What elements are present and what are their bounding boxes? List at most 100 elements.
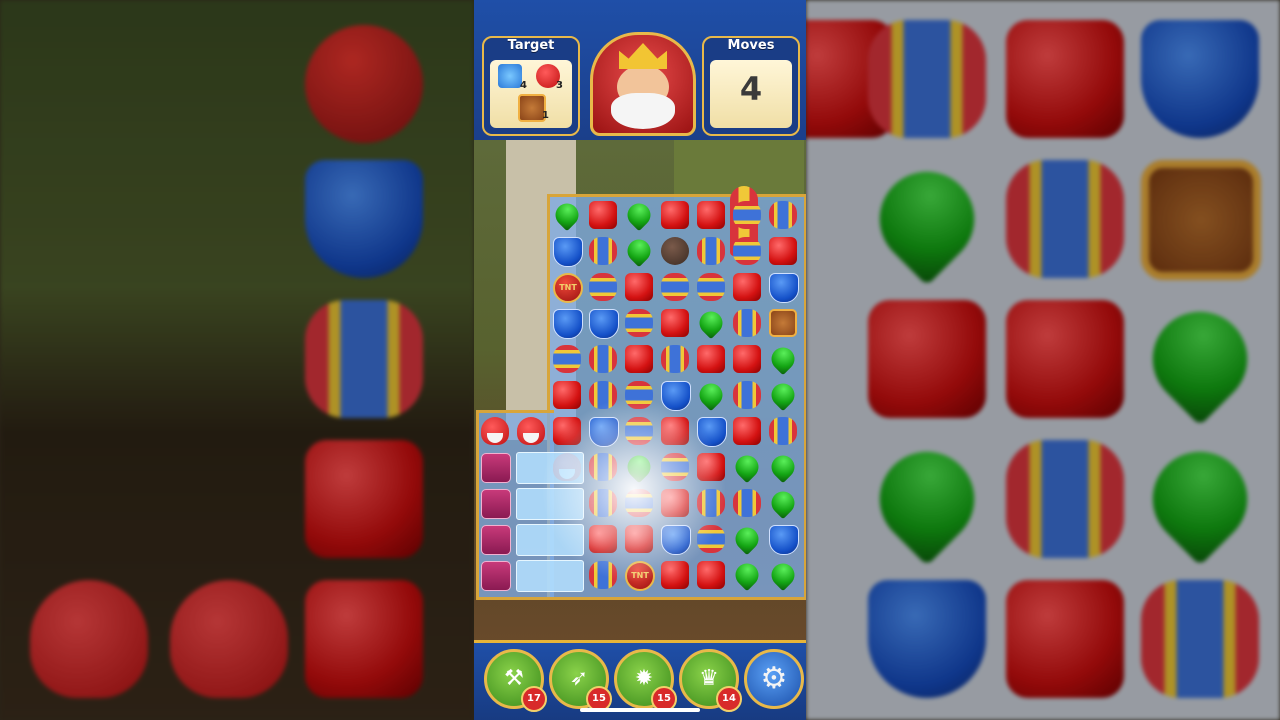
board-cell[interactable]: [766, 342, 800, 376]
board-cell[interactable]: [658, 522, 692, 556]
board-cell[interactable]: [730, 486, 764, 520]
board-cell[interactable]: [658, 234, 692, 268]
board-cell[interactable]: [730, 306, 764, 340]
spool-tile[interactable]: [697, 489, 725, 517]
board-cell[interactable]: [586, 414, 620, 448]
red-block-tile[interactable]: [733, 345, 761, 373]
ice-block[interactable]: [516, 560, 584, 592]
board-cell[interactable]: [622, 378, 656, 412]
red-block-tile[interactable]: [661, 489, 689, 517]
board-cell[interactable]: [478, 558, 512, 592]
board-cell[interactable]: [766, 198, 800, 232]
red-block-tile[interactable]: [661, 417, 689, 445]
candy-ball-tile[interactable]: [661, 237, 689, 265]
board-cell[interactable]: [766, 486, 800, 520]
spool-tile[interactable]: [697, 273, 725, 301]
board-cell[interactable]: [658, 378, 692, 412]
leaf-tile[interactable]: [766, 558, 800, 592]
spool-tile[interactable]: [697, 237, 725, 265]
leaf-tile[interactable]: [766, 486, 800, 520]
board-cell[interactable]: [658, 306, 692, 340]
cannon-booster-button[interactable]: ✹ 15: [614, 649, 677, 712]
board-cell[interactable]: [658, 270, 692, 304]
spool-tile[interactable]: [553, 345, 581, 373]
leaf-tile[interactable]: [766, 378, 800, 412]
spool-tile[interactable]: [769, 417, 797, 445]
board-cell[interactable]: [694, 342, 728, 376]
leaf-tile[interactable]: [730, 522, 764, 556]
red-block-tile[interactable]: [661, 309, 689, 337]
leaf-tile[interactable]: [694, 378, 728, 412]
home-indicator[interactable]: [580, 708, 700, 712]
spool-tile[interactable]: [733, 201, 761, 229]
board-cell[interactable]: [694, 522, 728, 556]
spool-tile[interactable]: [661, 453, 689, 481]
ice-block[interactable]: [516, 524, 584, 556]
board-cell[interactable]: [586, 450, 620, 484]
board-cell[interactable]: [586, 198, 620, 232]
leaf-tile[interactable]: [730, 558, 764, 592]
board-cell[interactable]: [586, 342, 620, 376]
board-cell[interactable]: [550, 234, 584, 268]
red-block-tile[interactable]: [769, 237, 797, 265]
board-cell[interactable]: [586, 306, 620, 340]
board-cell[interactable]: [478, 450, 512, 484]
board-cell[interactable]: [694, 414, 728, 448]
spool-tile[interactable]: [625, 489, 653, 517]
board-cell[interactable]: [586, 558, 620, 592]
leaf-tile[interactable]: [622, 198, 656, 232]
shield-tile[interactable]: [697, 417, 727, 447]
board-cell[interactable]: [658, 198, 692, 232]
red-block-tile[interactable]: [553, 417, 581, 445]
board-cell[interactable]: [658, 450, 692, 484]
leaf-tile[interactable]: [622, 234, 656, 268]
red-block-tile[interactable]: [589, 525, 617, 553]
board-cell[interactable]: [766, 522, 800, 556]
drawer-tile[interactable]: [481, 489, 511, 519]
board-cell[interactable]: [658, 342, 692, 376]
spool-tile[interactable]: [625, 309, 653, 337]
board-cell[interactable]: [766, 414, 800, 448]
leaf-tile[interactable]: [766, 450, 800, 484]
board-cell[interactable]: [694, 234, 728, 268]
board-cell[interactable]: [766, 234, 800, 268]
board-cell[interactable]: [694, 558, 728, 592]
board-cell[interactable]: [730, 378, 764, 412]
board-cell[interactable]: [550, 414, 584, 448]
red-block-tile[interactable]: [625, 273, 653, 301]
board-cell[interactable]: [550, 198, 584, 232]
spool-tile[interactable]: [589, 237, 617, 265]
hammer-booster-button[interactable]: ⚒ 17: [484, 649, 547, 712]
spool-tile[interactable]: [625, 381, 653, 409]
board-cell[interactable]: [730, 234, 764, 268]
shield-tile[interactable]: [553, 309, 583, 339]
spool-tile[interactable]: [697, 525, 725, 553]
board-cell[interactable]: [478, 522, 512, 556]
board-cell[interactable]: [478, 486, 512, 520]
drawer-tile[interactable]: [481, 561, 511, 591]
drawer-tile[interactable]: [481, 525, 511, 555]
board-cell[interactable]: [622, 486, 656, 520]
spool-tile[interactable]: [733, 309, 761, 337]
settings-button[interactable]: ⚙: [744, 649, 804, 709]
red-block-tile[interactable]: [697, 345, 725, 373]
red-block-tile[interactable]: [625, 525, 653, 553]
board-cell[interactable]: [622, 306, 656, 340]
red-block-tile[interactable]: [553, 381, 581, 409]
leaf-tile[interactable]: [694, 306, 728, 340]
arrow-booster-button[interactable]: ➶ 15: [549, 649, 612, 712]
red-block-tile[interactable]: [661, 561, 689, 589]
board-cell[interactable]: [694, 270, 728, 304]
board-cell[interactable]: [766, 306, 800, 340]
spool-tile[interactable]: [733, 381, 761, 409]
spool-tile[interactable]: [661, 273, 689, 301]
board-cell[interactable]: [586, 522, 620, 556]
board-cell[interactable]: [730, 450, 764, 484]
board-cell[interactable]: [694, 198, 728, 232]
leaf-tile[interactable]: [766, 342, 800, 376]
board-cell[interactable]: [658, 414, 692, 448]
board-cell[interactable]: [766, 378, 800, 412]
board-cell[interactable]: [730, 342, 764, 376]
red-block-tile[interactable]: [661, 201, 689, 229]
board-cell[interactable]: [622, 522, 656, 556]
